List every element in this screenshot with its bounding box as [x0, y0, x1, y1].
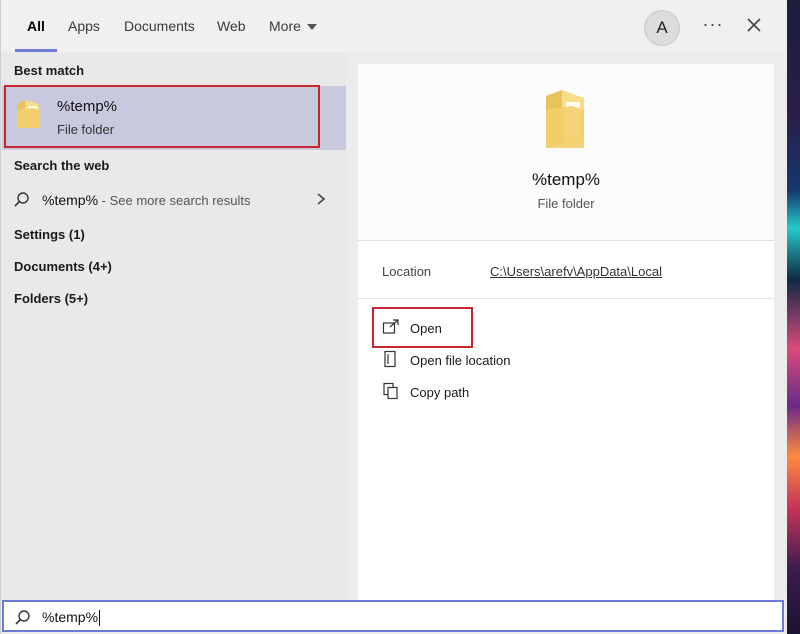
copy-path-action[interactable]: Copy path	[374, 378, 674, 406]
tab-apps[interactable]: Apps	[68, 0, 100, 52]
desktop-wallpaper	[786, 0, 800, 634]
category-documents[interactable]: Documents (4+)	[14, 259, 112, 274]
text-caret	[99, 610, 101, 627]
chevron-down-icon	[306, 24, 317, 31]
top-bar: All Apps Documents Web More A ···	[1, 0, 787, 52]
chevron-right-icon	[317, 193, 326, 205]
divider	[358, 240, 774, 241]
copy-icon	[383, 382, 398, 400]
location-label: Location	[382, 264, 432, 279]
tab-all-label: All	[27, 18, 45, 34]
search-input[interactable]: %temp%	[42, 609, 101, 627]
preview-card: %temp% File folder Location C:\Users\are…	[358, 64, 774, 600]
web-query-more: - See more search results	[98, 193, 251, 208]
divider	[358, 298, 774, 299]
avatar[interactable]: A	[644, 10, 680, 46]
copy-path-label: Copy path	[410, 385, 470, 400]
preview-panel: %temp% File folder Location C:\Users\are…	[346, 52, 787, 600]
preview-subtitle: File folder	[537, 196, 595, 211]
tab-documents[interactable]: Documents	[124, 0, 195, 52]
search-input-value: %temp%	[42, 609, 99, 625]
best-match-heading: Best match	[14, 63, 85, 78]
tab-web-label: Web	[217, 18, 246, 34]
preview-title: %temp%	[531, 170, 601, 189]
open-file-location-action[interactable]: Open file location	[374, 346, 674, 374]
category-folders[interactable]: Folders (5+)	[14, 291, 88, 306]
tab-apps-label: Apps	[68, 18, 100, 34]
web-search-query: %temp% - See more search results	[42, 192, 250, 208]
tab-more[interactable]: More	[269, 0, 317, 52]
web-query-text: %temp%	[42, 192, 99, 208]
tab-web[interactable]: Web	[217, 0, 246, 52]
best-match-annotation-box	[4, 85, 320, 148]
preview-header: %temp% File folder	[358, 64, 774, 240]
web-search-result[interactable]: %temp% - See more search results	[1, 188, 346, 212]
search-icon	[15, 610, 30, 625]
search-icon	[14, 192, 29, 207]
category-settings[interactable]: Settings (1)	[14, 227, 85, 242]
results-panel: Best match %temp% File folder Search the…	[1, 52, 346, 600]
open-annotation-box	[372, 307, 473, 348]
folder-preview-icon	[542, 88, 588, 155]
close-icon	[747, 18, 761, 32]
tab-more-label: More	[269, 18, 301, 34]
close-button[interactable]	[741, 12, 767, 38]
tab-documents-label: Documents	[124, 18, 195, 34]
location-path-link[interactable]: C:\Users\arefv\AppData\Local	[490, 264, 662, 279]
search-window: All Apps Documents Web More A ··· Best m…	[0, 0, 787, 634]
folder-location-icon	[384, 350, 396, 368]
more-options-button[interactable]: ···	[699, 13, 727, 39]
tab-all[interactable]: All	[15, 0, 57, 52]
open-file-location-label: Open file location	[410, 353, 511, 368]
search-bar[interactable]: %temp%	[2, 600, 784, 632]
search-web-heading: Search the web	[14, 158, 110, 173]
